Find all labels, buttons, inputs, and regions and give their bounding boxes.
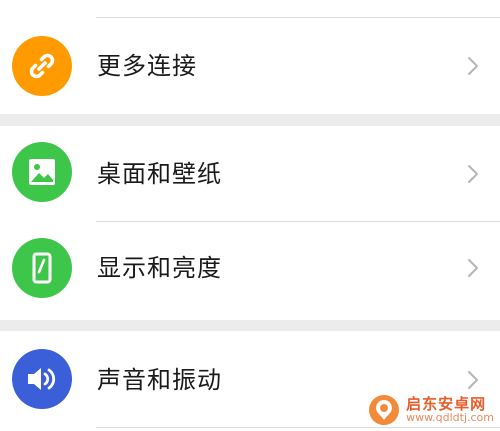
watermark-text: 启东安卓网 www.qdldtj.com [406,396,494,425]
chevron-right-icon [468,259,478,277]
row-divider [96,427,500,428]
settings-item-label: 更多连接 [97,52,197,80]
chevron-right-icon [468,57,478,75]
settings-item-display-brightness[interactable]: 显示和亮度 [0,224,500,316]
display-icon-badge [12,238,72,298]
link-icon [29,53,55,79]
watermark-logo-icon [369,395,400,425]
site-watermark: 启东安卓网 www.qdldtj.com [367,393,494,427]
image-icon [29,159,55,185]
watermark-title: 启东安卓网 [406,394,487,413]
chevron-right-icon [468,165,478,183]
settings-item-wallpaper[interactable]: 桌面和壁纸 [0,126,500,218]
row-divider [96,221,500,222]
settings-item-more-connections[interactable]: 更多连接 [0,20,500,112]
sound-icon-badge [12,349,72,409]
settings-item-label: 显示和亮度 [97,254,222,282]
phone-brightness-icon [32,252,52,284]
settings-card-display: 桌面和壁纸 显示和亮度 [0,126,500,320]
settings-page: 更多连接 桌面和壁纸 显示和亮度 声音和振动 启东安卓网 www.qdldtj.… [0,0,500,431]
more-connections-icon-badge [12,36,72,96]
settings-item-label: 桌面和壁纸 [97,160,222,188]
settings-card-connections: 更多连接 [0,0,500,114]
row-divider [96,17,500,18]
watermark-url: www.qdldtj.com [406,411,494,425]
chevron-right-icon [468,371,478,389]
settings-item-label: 声音和振动 [97,366,222,394]
speaker-icon [28,368,56,390]
wallpaper-icon-badge [12,142,72,202]
